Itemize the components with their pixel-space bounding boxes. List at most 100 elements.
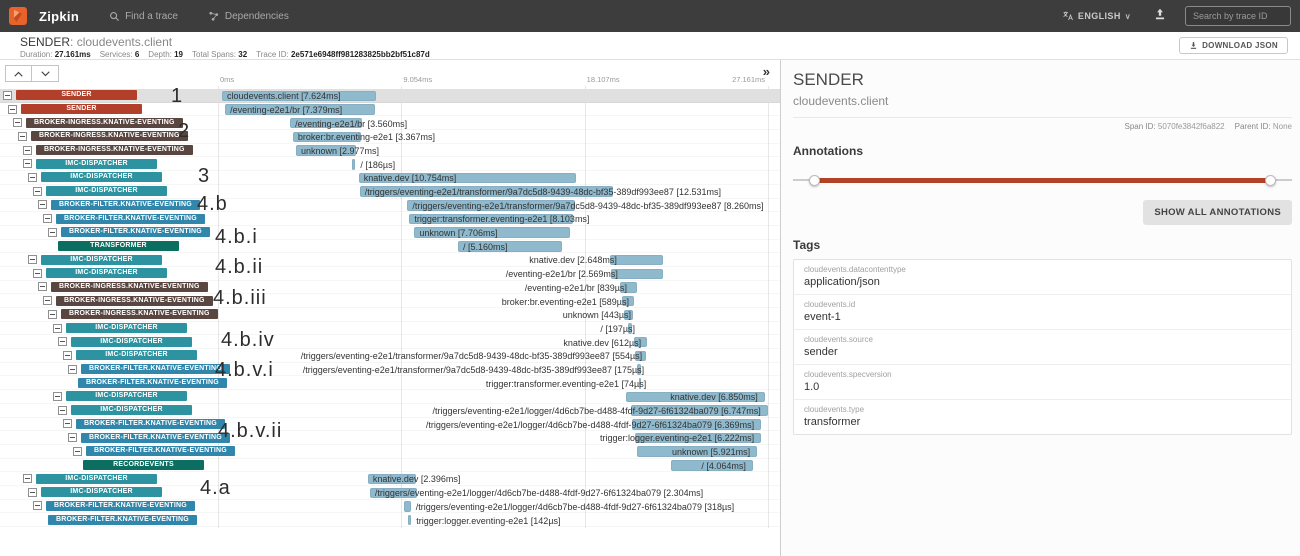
service-badge[interactable]: BROKER-INGRESS.KNATIVE-EVENTING [36, 145, 193, 155]
service-badge[interactable]: BROKER-INGRESS.KNATIVE-EVENTING [56, 296, 213, 306]
service-badge[interactable]: IMC-DISPATCHER [46, 186, 167, 196]
trace-row[interactable]: SENDER/eventing-e2e1/br [7.379ms] [0, 103, 780, 117]
span-duration-bar[interactable] [352, 159, 356, 170]
service-badge[interactable]: BROKER-FILTER.KNATIVE-EVENTING [56, 214, 205, 224]
service-badge[interactable]: IMC-DISPATCHER [36, 474, 157, 484]
trace-row[interactable]: BROKER-FILTER.KNATIVE-EVENTING/triggers/… [0, 363, 780, 377]
service-badge[interactable]: IMC-DISPATCHER [36, 159, 157, 169]
trace-row[interactable]: BROKER-FILTER.KNATIVE-EVENTING/triggers/… [0, 418, 780, 432]
service-badge[interactable]: BROKER-FILTER.KNATIVE-EVENTING [48, 515, 197, 525]
service-badge[interactable]: SENDER [21, 104, 142, 114]
annotations-slider[interactable] [793, 174, 1292, 186]
service-badge[interactable]: BROKER-INGRESS.KNATIVE-EVENTING [31, 131, 188, 141]
service-badge[interactable]: BROKER-INGRESS.KNATIVE-EVENTING [61, 309, 218, 319]
trace-row[interactable]: IMC-DISPATCHERknative.dev [2.648ms] [0, 253, 780, 267]
trace-row[interactable]: BROKER-FILTER.KNATIVE-EVENTING/triggers/… [0, 199, 780, 213]
collapse-toggle-icon[interactable] [73, 447, 82, 456]
trace-row[interactable]: IMC-DISPATCHER/triggers/eventing-e2e1/tr… [0, 185, 780, 199]
span-duration-bar[interactable] [408, 515, 411, 526]
trace-row[interactable]: IMC-DISPATCHERknative.dev [6.850ms] [0, 390, 780, 404]
service-badge[interactable]: IMC-DISPATCHER [76, 350, 197, 360]
service-badge[interactable]: BROKER-FILTER.KNATIVE-EVENTING [86, 446, 235, 456]
trace-row[interactable]: BROKER-INGRESS.KNATIVE-EVENTINGunknown [… [0, 144, 780, 158]
service-badge[interactable]: BROKER-FILTER.KNATIVE-EVENTING [61, 227, 210, 237]
show-all-annotations-button[interactable]: SHOW ALL ANNOTATIONS [1143, 200, 1292, 225]
collapse-toggle-icon[interactable] [8, 105, 17, 114]
nav-find-a-trace[interactable]: Find a trace [109, 11, 178, 22]
collapse-toggle-icon[interactable] [63, 419, 72, 428]
trace-row[interactable]: BROKER-FILTER.KNATIVE-EVENTINGtrigger:tr… [0, 376, 780, 390]
service-badge[interactable]: IMC-DISPATCHER [41, 172, 162, 182]
trace-row[interactable]: IMC-DISPATCHER/ [197µs] [0, 322, 780, 336]
collapse-toggle-icon[interactable] [33, 501, 42, 510]
collapse-toggle-icon[interactable] [68, 365, 77, 374]
trace-row[interactable]: SENDERcloudevents.client [7.624ms] [0, 89, 780, 103]
span-duration-bar[interactable] [610, 255, 664, 266]
service-badge[interactable]: BROKER-FILTER.KNATIVE-EVENTING [76, 419, 225, 429]
collapse-toggle-icon[interactable] [38, 282, 47, 291]
trace-row[interactable]: BROKER-FILTER.KNATIVE-EVENTINGtrigger:lo… [0, 431, 780, 445]
service-badge[interactable]: RECORDEVENTS [83, 460, 204, 470]
download-json-button[interactable]: DOWNLOAD JSON [1179, 37, 1288, 54]
service-badge[interactable]: IMC-DISPATCHER [66, 391, 187, 401]
upload-trace-button[interactable] [1153, 7, 1167, 26]
trace-row[interactable]: IMC-DISPATCHERknative.dev [2.396ms] [0, 472, 780, 486]
trace-row[interactable]: IMC-DISPATCHERknative.dev [10.754ms] [0, 171, 780, 185]
service-badge[interactable]: BROKER-INGRESS.KNATIVE-EVENTING [26, 118, 183, 128]
language-selector[interactable]: ENGLISH ∨ [1062, 10, 1131, 22]
service-badge[interactable]: TRANSFORMER [58, 241, 179, 251]
collapse-toggle-icon[interactable] [3, 91, 12, 100]
trace-row[interactable]: BROKER-FILTER.KNATIVE-EVENTINGunknown [5… [0, 445, 780, 459]
trace-row[interactable]: BROKER-INGRESS.KNATIVE-EVENTING/eventing… [0, 281, 780, 295]
collapse-toggle-icon[interactable] [53, 392, 62, 401]
collapse-toggle-icon[interactable] [28, 173, 37, 182]
service-badge[interactable]: BROKER-FILTER.KNATIVE-EVENTING [81, 364, 230, 374]
service-badge[interactable]: IMC-DISPATCHER [71, 405, 192, 415]
service-badge[interactable]: BROKER-FILTER.KNATIVE-EVENTING [78, 378, 227, 388]
collapse-toggle-icon[interactable] [33, 187, 42, 196]
collapse-toggle-icon[interactable] [33, 269, 42, 278]
collapse-toggle-icon[interactable] [68, 433, 77, 442]
collapse-toggle-icon[interactable] [48, 310, 57, 319]
collapse-toggle-icon[interactable] [23, 474, 32, 483]
trace-row[interactable]: RECORDEVENTS/ [4.064ms] [0, 459, 780, 473]
trace-row[interactable]: BROKER-FILTER.KNATIVE-EVENTING/triggers/… [0, 500, 780, 514]
collapse-toggle-icon[interactable] [43, 214, 52, 223]
span-duration-bar[interactable] [404, 501, 410, 512]
service-badge[interactable]: IMC-DISPATCHER [41, 487, 162, 497]
service-badge[interactable]: BROKER-INGRESS.KNATIVE-EVENTING [51, 282, 208, 292]
collapse-toggle-icon[interactable] [48, 228, 57, 237]
trace-row[interactable]: BROKER-FILTER.KNATIVE-EVENTINGtrigger:lo… [0, 513, 780, 527]
collapse-toggle-icon[interactable] [58, 406, 67, 415]
collapse-toggle-icon[interactable] [23, 146, 32, 155]
trace-row[interactable]: IMC-DISPATCHER/triggers/eventing-e2e1/tr… [0, 349, 780, 363]
search-by-trace-id-input[interactable] [1185, 6, 1291, 26]
collapse-toggle-icon[interactable] [28, 255, 37, 264]
collapse-toggle-icon[interactable] [58, 337, 67, 346]
trace-row[interactable]: BROKER-FILTER.KNATIVE-EVENTINGunknown [7… [0, 226, 780, 240]
collapse-toggle-icon[interactable] [53, 324, 62, 333]
service-badge[interactable]: SENDER [16, 90, 137, 100]
nav-dependencies[interactable]: Dependencies [208, 11, 289, 22]
trace-row[interactable]: BROKER-INGRESS.KNATIVE-EVENTING/eventing… [0, 116, 780, 130]
trace-row[interactable]: TRANSFORMER/ [5.160ms] [0, 240, 780, 254]
collapse-toggle-icon[interactable] [23, 159, 32, 168]
collapse-toggle-icon[interactable] [63, 351, 72, 360]
zipkin-logo-icon[interactable] [9, 7, 27, 25]
trace-row[interactable]: BROKER-INGRESS.KNATIVE-EVENTINGunknown [… [0, 308, 780, 322]
trace-row[interactable]: IMC-DISPATCHER/triggers/eventing-e2e1/lo… [0, 486, 780, 500]
service-badge[interactable]: BROKER-FILTER.KNATIVE-EVENTING [51, 200, 200, 210]
trace-row[interactable]: IMC-DISPATCHER/ [186µs] [0, 157, 780, 171]
trace-row[interactable]: IMC-DISPATCHER/triggers/eventing-e2e1/lo… [0, 404, 780, 418]
collapse-toggle-icon[interactable] [28, 488, 37, 497]
service-badge[interactable]: IMC-DISPATCHER [71, 337, 192, 347]
service-badge[interactable]: BROKER-FILTER.KNATIVE-EVENTING [46, 501, 195, 511]
collapse-toggle-icon[interactable] [43, 296, 52, 305]
slider-handle-right[interactable] [1265, 175, 1276, 186]
service-badge[interactable]: IMC-DISPATCHER [41, 255, 162, 265]
trace-row[interactable]: BROKER-INGRESS.KNATIVE-EVENTINGbroker:br… [0, 130, 780, 144]
service-badge[interactable]: IMC-DISPATCHER [66, 323, 187, 333]
collapse-toggle-icon[interactable] [18, 132, 27, 141]
trace-row[interactable]: BROKER-INGRESS.KNATIVE-EVENTINGbroker:br… [0, 294, 780, 308]
service-badge[interactable]: IMC-DISPATCHER [46, 268, 167, 278]
